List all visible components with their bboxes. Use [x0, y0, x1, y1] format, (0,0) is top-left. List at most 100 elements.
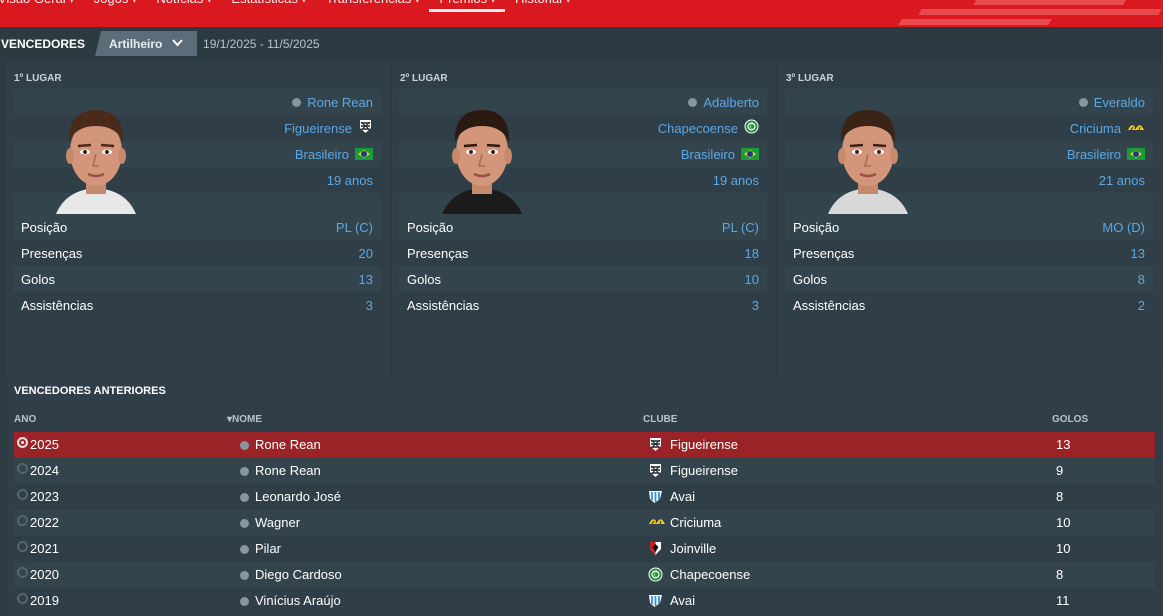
age-value: 21 anos [1098, 172, 1145, 188]
club-link[interactable]: Criciuma [670, 515, 721, 530]
year-cell: 2022 [30, 515, 59, 530]
info-icon[interactable] [240, 519, 249, 528]
club-link[interactable]: Chapecoense [658, 121, 738, 136]
place-label: 3º LUGAR [786, 73, 834, 84]
chapecoense-crest-icon: C [744, 119, 759, 137]
stat-label: Assistências [21, 297, 94, 313]
stat-value: 18 [744, 245, 759, 261]
info-icon[interactable] [240, 441, 249, 450]
row-radio[interactable] [17, 567, 28, 578]
table-row[interactable]: 2020 Diego Cardoso C Chapecoense 8 [14, 562, 1155, 588]
club-link[interactable]: Avai [670, 489, 695, 504]
caret-down-icon: ▾ [132, 0, 137, 5]
info-icon[interactable] [240, 597, 249, 606]
tab-2[interactable]: Notícias ▾ [146, 0, 221, 12]
stat-value: PL (C) [335, 219, 373, 235]
column-name[interactable]: ▾NOME [227, 414, 262, 425]
player-portrait[interactable] [46, 102, 146, 214]
tab-label: Jogos [94, 0, 129, 6]
year-cell: 2023 [30, 489, 59, 504]
place-label: 2º LUGAR [400, 73, 448, 84]
nationality-link[interactable]: Brasileiro [681, 147, 735, 162]
club-link[interactable]: Chapecoense [670, 567, 750, 582]
stat-value: 10 [744, 271, 759, 287]
table-row[interactable]: 2024 Rone Rean Figueirense 9 [14, 458, 1155, 484]
tab-label: Estatísticas [231, 0, 297, 6]
club-link[interactable]: Figueirense [670, 463, 738, 478]
stat-row: Assistências 2 [785, 292, 1153, 318]
stat-row: Golos 8 [785, 266, 1153, 292]
club-link[interactable]: Criciuma [1070, 121, 1121, 136]
club-link[interactable]: Joinville [670, 541, 716, 556]
club-link[interactable]: Avai [670, 593, 695, 608]
column-year[interactable]: ANO [14, 414, 36, 425]
column-goals[interactable]: GOLOS [1052, 414, 1088, 425]
tab-5[interactable]: Prémios ▾ [429, 0, 506, 12]
stat-label: Posição [407, 219, 454, 235]
tab-6[interactable]: Histórial ▾ [505, 0, 580, 12]
stat-row: Golos 13 [13, 266, 381, 292]
row-radio[interactable] [17, 593, 28, 604]
row-radio[interactable] [17, 541, 28, 552]
tab-4[interactable]: Transferências▾ [316, 0, 430, 12]
row-radio[interactable] [17, 489, 28, 500]
player-name-link[interactable]: Adalberto [703, 95, 759, 110]
stat-value: MO (D) [1102, 219, 1145, 235]
tab-0[interactable]: Visão Geral▾ [0, 0, 84, 12]
decor-stripe [918, 9, 1162, 15]
info-icon[interactable] [240, 571, 249, 580]
info-icon[interactable] [292, 97, 302, 107]
table-row[interactable]: 2025 Rone Rean Figueirense 13 [14, 432, 1155, 458]
row-radio[interactable] [17, 437, 28, 448]
player-name-link[interactable]: Rone Rean [255, 463, 321, 478]
row-radio[interactable] [17, 515, 28, 526]
brazil-flag-icon [1127, 148, 1145, 160]
player-name-link[interactable]: Diego Cardoso [255, 567, 342, 582]
column-club[interactable]: CLUBE [643, 414, 677, 425]
year-cell: 2024 [30, 463, 59, 478]
stat-value: 13 [358, 271, 373, 287]
stat-row: Posição PL (C) [13, 214, 381, 240]
player-name-link[interactable]: Pilar [255, 541, 281, 556]
figueirense-crest-icon [358, 119, 373, 137]
player-portrait[interactable] [432, 102, 532, 214]
year-cell: 2025 [30, 437, 59, 452]
table-row[interactable]: 2022 Wagner Criciuma 10 [14, 510, 1155, 536]
club-link[interactable]: Figueirense [284, 121, 352, 136]
info-icon[interactable] [240, 545, 249, 554]
caret-down-icon: ▾ [301, 0, 306, 5]
caret-down-icon: ▾ [69, 0, 74, 5]
player-portrait[interactable] [818, 102, 918, 214]
stat-label: Assistências [407, 297, 480, 313]
info-icon[interactable] [240, 467, 249, 476]
player-name-link[interactable]: Leonardo José [255, 489, 341, 504]
info-icon[interactable] [688, 97, 698, 107]
info-icon[interactable] [240, 493, 249, 502]
table-row[interactable]: 2021 Pilar Joinville 10 [14, 536, 1155, 562]
tab-3[interactable]: Estatísticas ▾ [221, 0, 315, 12]
tab-1[interactable]: Jogos▾ [84, 0, 147, 12]
nationality-link[interactable]: Brasileiro [1067, 147, 1121, 162]
player-name-link[interactable]: Vinícius Araújo [255, 593, 341, 608]
table-row[interactable]: 2023 Leonardo José Avai 8 [14, 484, 1155, 510]
stat-label: Presenças [793, 245, 855, 261]
award-type-dropdown[interactable]: Artilheiro [95, 31, 198, 56]
player-name-link[interactable]: Rone Rean [255, 437, 321, 452]
player-name-link[interactable]: Rone Rean [307, 95, 373, 110]
winner-card-1: 1º LUGAR Rone Rean Figueirense Brasileiro 19… [6, 62, 390, 375]
stat-value: 3 [751, 297, 759, 313]
stat-label: Posição [21, 219, 68, 235]
goals-cell: 13 [1056, 437, 1071, 452]
table-row[interactable]: 2019 Vinícius Araújo Avai 11 [14, 588, 1155, 614]
nationality-link[interactable]: Brasileiro [295, 147, 349, 162]
criciuma-crest-icon [648, 515, 665, 530]
goals-cell: 8 [1056, 489, 1064, 504]
club-link[interactable]: Figueirense [670, 437, 738, 452]
row-radio[interactable] [17, 463, 28, 474]
caret-down-icon: ▾ [207, 0, 212, 5]
info-icon[interactable] [1078, 97, 1088, 107]
player-name-link[interactable]: Everaldo [1094, 95, 1145, 110]
tab-label: Prémios [439, 0, 487, 6]
player-name-link[interactable]: Wagner [255, 515, 300, 530]
stat-row: Golos 10 [399, 266, 767, 292]
